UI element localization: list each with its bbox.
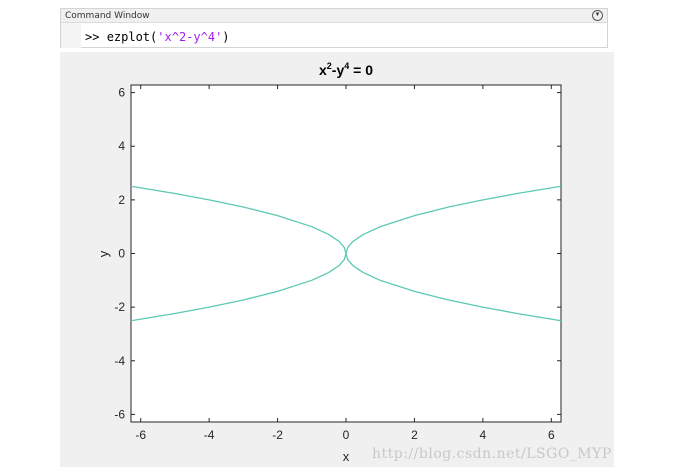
y-tick-label: 0 xyxy=(118,247,125,261)
command-gutter xyxy=(61,23,81,48)
command-window[interactable]: Command Window ▼ >> ezplot('x^2-y^4') xyxy=(60,8,608,48)
x-tick-label: 4 xyxy=(480,428,487,442)
y-axis-label: y xyxy=(96,250,111,257)
x-tick-label: -2 xyxy=(272,428,283,442)
figure-panel: x2-y4 = 0 -6 -4 -2 0 2 4 6 -6 -4 -2 0 2 4 6 x y xyxy=(60,52,614,467)
y-tick-label: -2 xyxy=(114,300,125,314)
chevron-down-icon[interactable]: ▼ xyxy=(592,10,603,21)
x-tick-label: -4 xyxy=(204,428,215,442)
command-window-titlebar: Command Window ▼ xyxy=(61,9,607,23)
title-base: x xyxy=(319,62,327,78)
x-tick-label: 6 xyxy=(548,428,555,442)
watermark: http://blog.csdn.net/LSGO_MYP xyxy=(372,446,612,462)
y-tick-label: 6 xyxy=(118,86,125,100)
y-tick-label: -6 xyxy=(114,407,125,421)
x-tick-label: 0 xyxy=(343,428,350,442)
y-tick-label: 2 xyxy=(118,193,125,207)
command-argument: 'x^2-y^4' xyxy=(157,30,223,44)
x-axis-label: x xyxy=(343,449,350,464)
plot-figure: x2-y4 = 0 -6 -4 -2 0 2 4 6 -6 -4 -2 0 2 4 6 x y xyxy=(96,61,562,464)
y-tick-label: 4 xyxy=(118,139,125,153)
plot-title: x2-y4 = 0 xyxy=(319,61,373,78)
command-close-paren: ) xyxy=(222,30,230,44)
title-tail: = 0 xyxy=(349,62,373,78)
command-function: ezplot( xyxy=(106,30,158,44)
title-mid: -y xyxy=(332,62,345,78)
command-prompt: >> xyxy=(85,30,100,44)
x-tick-label: -6 xyxy=(135,428,146,442)
command-window-title: Command Window xyxy=(65,11,150,21)
x-tick-label: 2 xyxy=(411,428,418,442)
y-tick-label: -4 xyxy=(114,354,125,368)
command-line[interactable]: >> ezplot('x^2-y^4') xyxy=(85,29,230,45)
